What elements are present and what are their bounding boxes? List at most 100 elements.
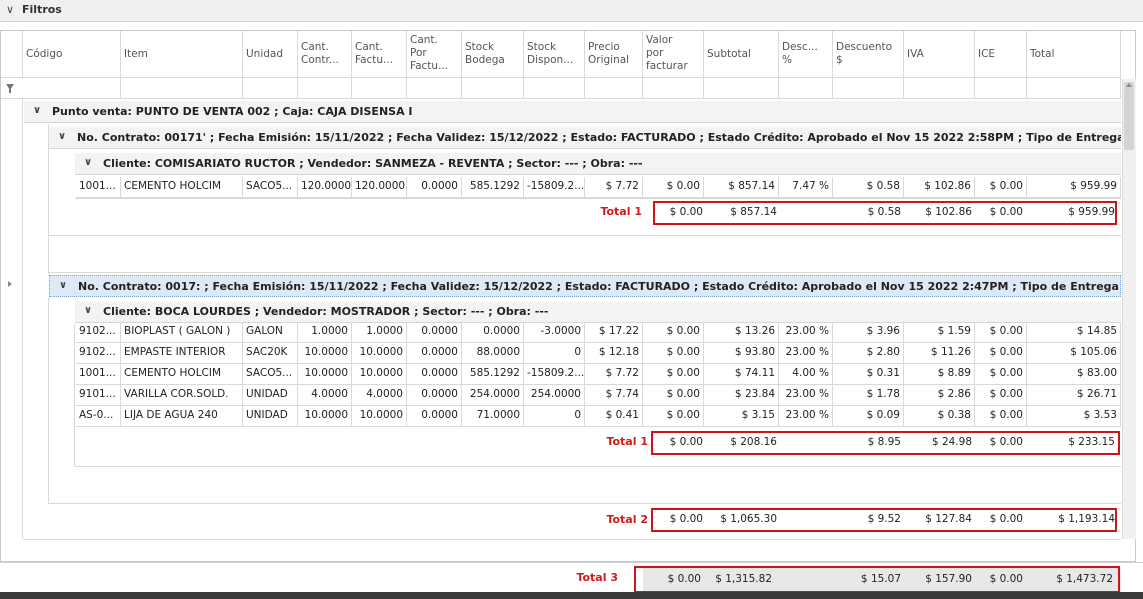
column-header-desc-pct[interactable]: Desc... % [779, 31, 833, 78]
column-header-valor[interactable]: Valor por facturar [643, 31, 704, 78]
filter-cell-item[interactable] [121, 78, 243, 99]
cell-ice[interactable]: $ 0.00 [975, 177, 1027, 198]
cell-cant_fact[interactable]: 4.0000 [352, 385, 407, 406]
cell-cant_fact[interactable]: 10.0000 [352, 364, 407, 385]
cell-ice[interactable]: $ 0.00 [975, 343, 1027, 364]
filter-cell-stock_disp[interactable] [524, 78, 585, 99]
cell-stock_bod[interactable]: 585.1292 [462, 177, 524, 198]
cell-cant_por[interactable]: 0.0000 [407, 406, 462, 427]
filter-cell-desc_amt[interactable] [833, 78, 904, 99]
column-header-unidad[interactable]: Unidad [243, 31, 298, 78]
cell-codigo[interactable]: 9101... [76, 385, 121, 406]
filter-cell-cant_contr[interactable] [298, 78, 352, 99]
cell-ice[interactable]: $ 0.00 [975, 406, 1027, 427]
group-row-punto-venta[interactable]: ∨ Punto venta: PUNTO DE VENTA 002 ; Caja… [24, 101, 1121, 123]
cell-unidad[interactable]: SAC20K [243, 343, 298, 364]
group-row-cliente[interactable]: ∨ Cliente: BOCA LOURDES ; Vendedor: MOST… [75, 301, 1121, 323]
cell-subtotal[interactable]: $ 74.11 [704, 364, 779, 385]
column-header-ice[interactable]: ICE [975, 31, 1027, 78]
cell-precio[interactable]: $ 7.74 [585, 385, 643, 406]
cell-cant_por[interactable]: 0.0000 [407, 177, 462, 198]
filters-panel-header[interactable]: ∨ Filtros [0, 0, 1143, 22]
cell-cant_por[interactable]: 0.0000 [407, 364, 462, 385]
cell-codigo[interactable]: AS-0... [76, 406, 121, 427]
cell-desc_amt[interactable]: $ 3.96 [833, 322, 904, 343]
cell-stock_bod[interactable]: 88.0000 [462, 343, 524, 364]
filter-cell-codigo[interactable] [23, 78, 121, 99]
cell-cant_contr[interactable]: 1.0000 [298, 322, 352, 343]
group-row-contrato-selected[interactable]: ∨ No. Contrato: 0017: ; Fecha Emisión: 1… [49, 275, 1121, 297]
cell-iva[interactable]: $ 1.59 [904, 322, 975, 343]
cell-valor[interactable]: $ 0.00 [643, 177, 704, 198]
filter-cell-iva[interactable] [904, 78, 975, 99]
cell-total[interactable]: $ 105.06 [1027, 343, 1121, 364]
cell-iva[interactable]: $ 2.86 [904, 385, 975, 406]
cell-desc_pct[interactable]: 23.00 % [779, 406, 833, 427]
cell-subtotal[interactable]: $ 13.26 [704, 322, 779, 343]
cell-total[interactable]: $ 14.85 [1027, 322, 1121, 343]
scroll-up-icon[interactable] [1126, 83, 1132, 87]
cell-unidad[interactable]: UNIDAD [243, 406, 298, 427]
cell-precio[interactable]: $ 0.41 [585, 406, 643, 427]
filter-cell-precio[interactable] [585, 78, 643, 99]
column-header-item[interactable]: Item [121, 31, 243, 78]
column-header-cant-por-fact[interactable]: Cant. Por Factu... [407, 31, 462, 78]
chevron-down-icon[interactable]: ∨ [59, 280, 67, 291]
cell-item[interactable]: EMPASTE INTERIOR [121, 343, 243, 364]
cell-desc_amt[interactable]: $ 0.31 [833, 364, 904, 385]
cell-cant_por[interactable]: 0.0000 [407, 322, 462, 343]
cell-ice[interactable]: $ 0.00 [975, 322, 1027, 343]
filter-cell-unidad[interactable] [243, 78, 298, 99]
cell-stock_disp[interactable]: 0 [524, 406, 585, 427]
cell-desc_pct[interactable]: 23.00 % [779, 385, 833, 406]
column-header-cant-fact[interactable]: Cant. Factu... [352, 31, 407, 78]
cell-total[interactable]: $ 959.99 [1027, 177, 1121, 198]
column-header-iva[interactable]: IVA [904, 31, 975, 78]
cell-cant_fact[interactable]: 1.0000 [352, 322, 407, 343]
cell-stock_disp[interactable]: -15809.2... [524, 177, 585, 198]
cell-item[interactable]: BIOPLAST ( GALON ) [121, 322, 243, 343]
cell-unidad[interactable]: SACO5... [243, 177, 298, 198]
cell-unidad[interactable]: UNIDAD [243, 385, 298, 406]
cell-cant_fact[interactable]: 10.0000 [352, 406, 407, 427]
cell-subtotal[interactable]: $ 857.14 [704, 177, 779, 198]
cell-unidad[interactable]: GALON [243, 322, 298, 343]
filter-cell-valor[interactable] [643, 78, 704, 99]
group-row-cliente[interactable]: ∨ Cliente: COMISARIATO RUCTOR ; Vendedor… [75, 153, 1121, 175]
cell-subtotal[interactable]: $ 23.84 [704, 385, 779, 406]
filter-cell-cant_fact[interactable] [352, 78, 407, 99]
cell-valor[interactable]: $ 0.00 [643, 343, 704, 364]
cell-iva[interactable]: $ 0.38 [904, 406, 975, 427]
cell-desc_pct[interactable]: 7.47 % [779, 177, 833, 198]
cell-stock_disp[interactable]: -15809.2... [524, 364, 585, 385]
cell-cant_contr[interactable]: 10.0000 [298, 406, 352, 427]
cell-cant_por[interactable]: 0.0000 [407, 385, 462, 406]
cell-total[interactable]: $ 26.71 [1027, 385, 1121, 406]
cell-stock_bod[interactable]: 71.0000 [462, 406, 524, 427]
filter-cell-total[interactable] [1027, 78, 1121, 99]
cell-item[interactable]: CEMENTO HOLCIM [121, 177, 243, 198]
cell-unidad[interactable]: SACO5... [243, 364, 298, 385]
cell-stock_bod[interactable]: 254.0000 [462, 385, 524, 406]
cell-stock_disp[interactable]: 0 [524, 343, 585, 364]
cell-subtotal[interactable]: $ 3.15 [704, 406, 779, 427]
chevron-down-icon[interactable]: ∨ [6, 3, 14, 16]
cell-stock_disp[interactable]: 254.0000 [524, 385, 585, 406]
cell-codigo[interactable]: 9102... [76, 343, 121, 364]
group-row-contrato[interactable]: ∨ No. Contrato: 00171' ; Fecha Emisión: … [49, 127, 1121, 149]
column-header-codigo[interactable]: Código [23, 31, 121, 78]
cell-cant_fact[interactable]: 10.0000 [352, 343, 407, 364]
cell-valor[interactable]: $ 0.00 [643, 406, 704, 427]
cell-desc_amt[interactable]: $ 0.09 [833, 406, 904, 427]
cell-valor[interactable]: $ 0.00 [643, 385, 704, 406]
cell-ice[interactable]: $ 0.00 [975, 385, 1027, 406]
cell-desc_amt[interactable]: $ 2.80 [833, 343, 904, 364]
cell-desc_pct[interactable]: 23.00 % [779, 343, 833, 364]
cell-item[interactable]: VARILLA COR.SOLD. [121, 385, 243, 406]
cell-precio[interactable]: $ 17.22 [585, 322, 643, 343]
column-header-stock-disp[interactable]: Stock Dispon... [524, 31, 585, 78]
cell-stock_bod[interactable]: 585.1292 [462, 364, 524, 385]
cell-item[interactable]: CEMENTO HOLCIM [121, 364, 243, 385]
chevron-down-icon[interactable]: ∨ [84, 157, 92, 168]
cell-iva[interactable]: $ 102.86 [904, 177, 975, 198]
